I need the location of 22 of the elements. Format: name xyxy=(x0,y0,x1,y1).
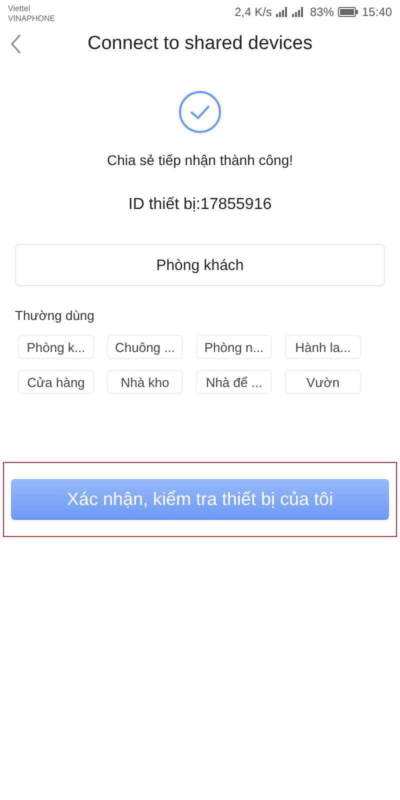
room-chip[interactable]: Cửa hàng xyxy=(18,370,94,394)
room-name-field[interactable]: Phòng khách xyxy=(15,244,385,286)
check-circle-icon xyxy=(178,90,222,134)
back-icon[interactable] xyxy=(10,34,22,54)
device-id: ID thiết bị:17855916 xyxy=(128,196,272,214)
room-chip[interactable]: Chuông ... xyxy=(107,335,183,359)
room-chip[interactable]: Hành la... xyxy=(285,335,361,359)
clock: 15:40 xyxy=(362,5,392,19)
room-chip[interactable]: Phòng n... xyxy=(196,335,272,359)
battery-percent: 83% xyxy=(310,5,334,19)
carrier-name: VINAPHONE xyxy=(8,14,56,24)
room-chip[interactable]: Nhà kho xyxy=(107,370,183,394)
room-chip[interactable]: Phòng k... xyxy=(18,335,94,359)
signal-icon xyxy=(276,7,306,17)
network-speed: 2,4 K/s xyxy=(234,5,272,19)
carrier-name: Viettel xyxy=(8,4,32,14)
room-chip[interactable]: Vườn xyxy=(285,370,361,394)
section-label: Thường dùng xyxy=(15,308,94,323)
page-title: Connect to shared devices xyxy=(88,33,312,55)
room-chip[interactable]: Nhà để ... xyxy=(196,370,272,394)
battery-icon xyxy=(338,7,358,17)
success-message: Chia sẻ tiếp nhận thành công! xyxy=(106,152,294,168)
